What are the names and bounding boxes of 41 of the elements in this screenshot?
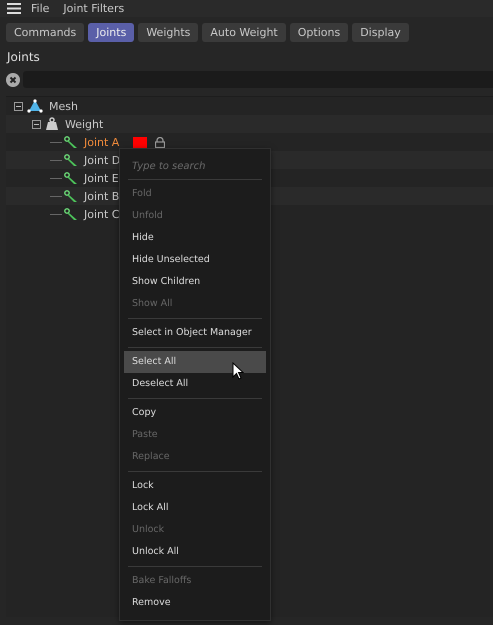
- joint-icon: [64, 154, 78, 166]
- menu-item[interactable]: Hide Unselected: [124, 249, 266, 271]
- menu-item[interactable]: Remove: [124, 592, 266, 614]
- menu-item[interactable]: Show Children: [124, 271, 266, 293]
- menu-item[interactable]: Joint Filters: [63, 2, 124, 15]
- section-title: Joints: [5, 49, 41, 65]
- tab[interactable]: Commands: [6, 23, 84, 42]
- tree-item[interactable]: Joint C: [84, 208, 120, 220]
- tree-item[interactable]: Mesh: [49, 100, 78, 112]
- menu-item[interactable]: Lock: [124, 475, 266, 497]
- tree-item[interactable]: Weight: [65, 118, 104, 130]
- tree-item[interactable]: Joint E: [84, 172, 119, 184]
- menu-item[interactable]: Lock All: [124, 497, 266, 519]
- tree-item[interactable]: Joint A: [84, 136, 120, 148]
- menu-item[interactable]: Deselect All: [124, 373, 266, 395]
- clear-icon[interactable]: [6, 72, 20, 86]
- menu-search-field[interactable]: Type to search: [128, 160, 262, 172]
- triangle-icon: [27, 99, 43, 113]
- menu-icon[interactable]: [7, 3, 21, 14]
- tab[interactable]: Joints: [88, 23, 134, 42]
- color-swatch[interactable]: [133, 136, 148, 148]
- joint-icon: [64, 190, 78, 202]
- tree-item[interactable]: Joint B: [84, 190, 120, 202]
- menu-item[interactable]: Hide: [124, 227, 266, 249]
- menu-item[interactable]: Select All: [124, 351, 266, 373]
- joint-icon: [64, 208, 78, 220]
- menu-item[interactable]: File: [31, 2, 50, 15]
- tab[interactable]: Options: [290, 23, 348, 42]
- weight-icon: [45, 117, 59, 131]
- tab[interactable]: Display: [352, 23, 409, 42]
- menu-item[interactable]: Select in Object Manager: [124, 322, 266, 344]
- collapse-icon[interactable]: [32, 120, 41, 128]
- joint-icon: [64, 136, 78, 148]
- joint-icon: [64, 172, 78, 184]
- menu-item[interactable]: Copy: [124, 402, 266, 424]
- menu-item[interactable]: Unlock All: [124, 541, 266, 563]
- collapse-icon[interactable]: [14, 102, 23, 110]
- tab[interactable]: Auto Weight: [202, 23, 286, 42]
- padlock-icon[interactable]: [155, 136, 166, 148]
- pointer-icon: [232, 362, 244, 380]
- tab[interactable]: Weights: [138, 23, 198, 42]
